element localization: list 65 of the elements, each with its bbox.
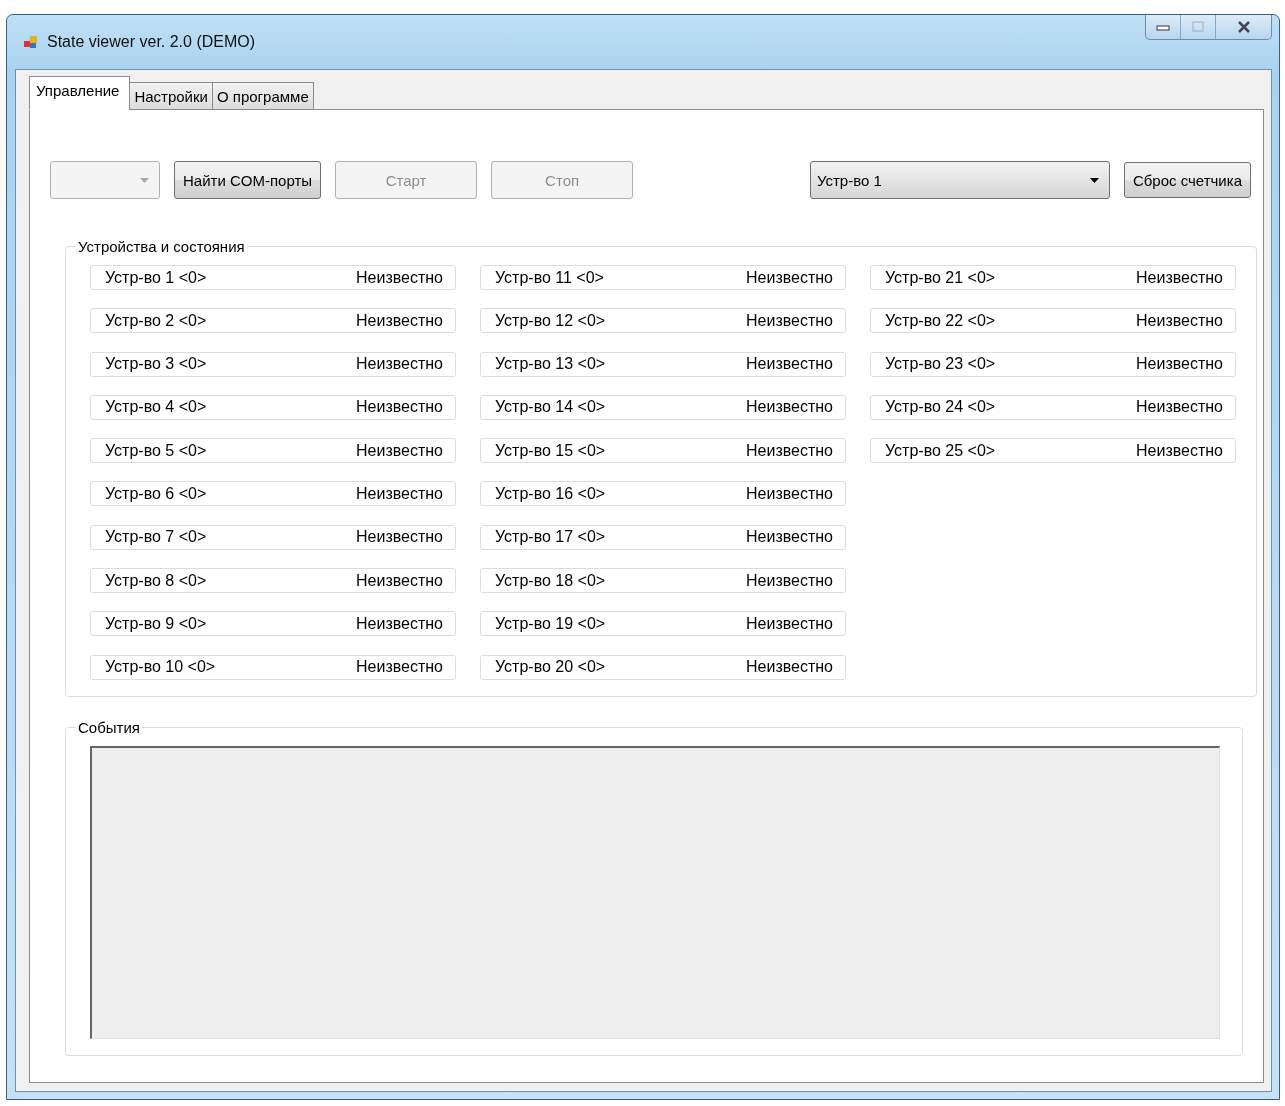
device-state: Неизвестно [746, 571, 833, 590]
device-state: Неизвестно [356, 485, 443, 503]
window-title: State viewer ver. 2.0 (DEMO) [47, 33, 256, 51]
device-state: Неизвестно [1136, 355, 1223, 374]
device-state: Неизвестно [746, 355, 833, 374]
tab[interactable]: Управление [29, 76, 131, 110]
device-state: Неизвестно [356, 614, 443, 633]
device-state: Неизвестно [746, 441, 833, 460]
device-name: Устр-во 25 <0> [885, 441, 996, 460]
device-state: Неизвестно [356, 571, 443, 590]
group-title: Устройства и состояния [77, 238, 246, 255]
group-title: События [77, 718, 141, 736]
device-state: Неизвестно [746, 311, 833, 330]
device-name: Устр-во 4 <0> [105, 398, 207, 417]
device-state: Неизвестно [356, 658, 443, 677]
app-icon [23, 34, 39, 50]
device-name: Устр-во 21 <0> [885, 268, 996, 287]
device-state: Неизвестно [1136, 398, 1223, 417]
reset-counter-button[interactable]: Сброс счетчика [1123, 162, 1251, 198]
device-name: Устр-во 12 <0> [495, 311, 606, 330]
tab[interactable]: Настройки [129, 82, 213, 110]
device-state: Неизвестно [1136, 268, 1223, 287]
device-state: Неизвестно [746, 485, 833, 503]
device-name: Устр-во 8 <0> [105, 571, 207, 590]
device-name: Устр-во 10 <0> [105, 658, 216, 677]
device-state: Неизвестно [356, 398, 443, 417]
device-name: Устр-во 17 <0> [495, 528, 606, 547]
caret-icon [1089, 177, 1099, 183]
maximize-icon [1191, 21, 1205, 33]
device-name: Устр-во 1 <0> [105, 268, 207, 287]
device-name: Устр-во 7 <0> [105, 528, 207, 547]
device-state: Неизвестно [1136, 311, 1223, 330]
device-state: Неизвестно [356, 355, 443, 374]
device-state: Неизвестно [356, 268, 443, 287]
device-name: Устр-во 15 <0> [495, 441, 606, 460]
device-name: Устр-во 20 <0> [495, 658, 606, 677]
tab[interactable]: О программе [211, 82, 314, 110]
device-name: Устр-во 5 <0> [105, 441, 207, 460]
device-state: Неизвестно [1136, 441, 1223, 460]
minimize-icon [1156, 23, 1170, 31]
close-icon [1235, 21, 1252, 33]
button[interactable]: Найти COM-порты [174, 161, 322, 199]
device-state: Неизвестно [356, 441, 443, 460]
device-name: Устр-во 16 <0> [495, 485, 606, 503]
device-name: Устр-во 11 <0> [495, 268, 604, 287]
device-name: Устр-во 9 <0> [105, 614, 207, 633]
dropdown[interactable]: Устр-во 1 [809, 161, 1110, 199]
device-name: Устр-во 13 <0> [495, 355, 606, 374]
device-state: Неизвестно [356, 311, 443, 330]
device-name: Устр-во 2 <0> [105, 311, 207, 330]
device-name: Устр-во 3 <0> [105, 355, 207, 374]
device-name: Устр-во 19 <0> [495, 614, 606, 633]
caret-icon [140, 177, 149, 183]
device-name: Устр-во 24 <0> [885, 398, 996, 417]
device-state: Неизвестно [356, 528, 443, 547]
device-state: Неизвестно [746, 528, 833, 547]
device-state: Неизвестно [746, 614, 833, 633]
device-state: Неизвестно [746, 658, 833, 677]
device-name: Устр-во 18 <0> [495, 571, 606, 590]
device-name: Устр-во 14 <0> [495, 398, 606, 417]
device-state: Неизвестно [746, 398, 833, 417]
device-name: Устр-во 23 <0> [885, 355, 996, 374]
device-name: Устр-во 6 <0> [105, 485, 207, 503]
device-state: Неизвестно [746, 268, 833, 287]
device-name: Устр-во 22 <0> [885, 311, 996, 330]
